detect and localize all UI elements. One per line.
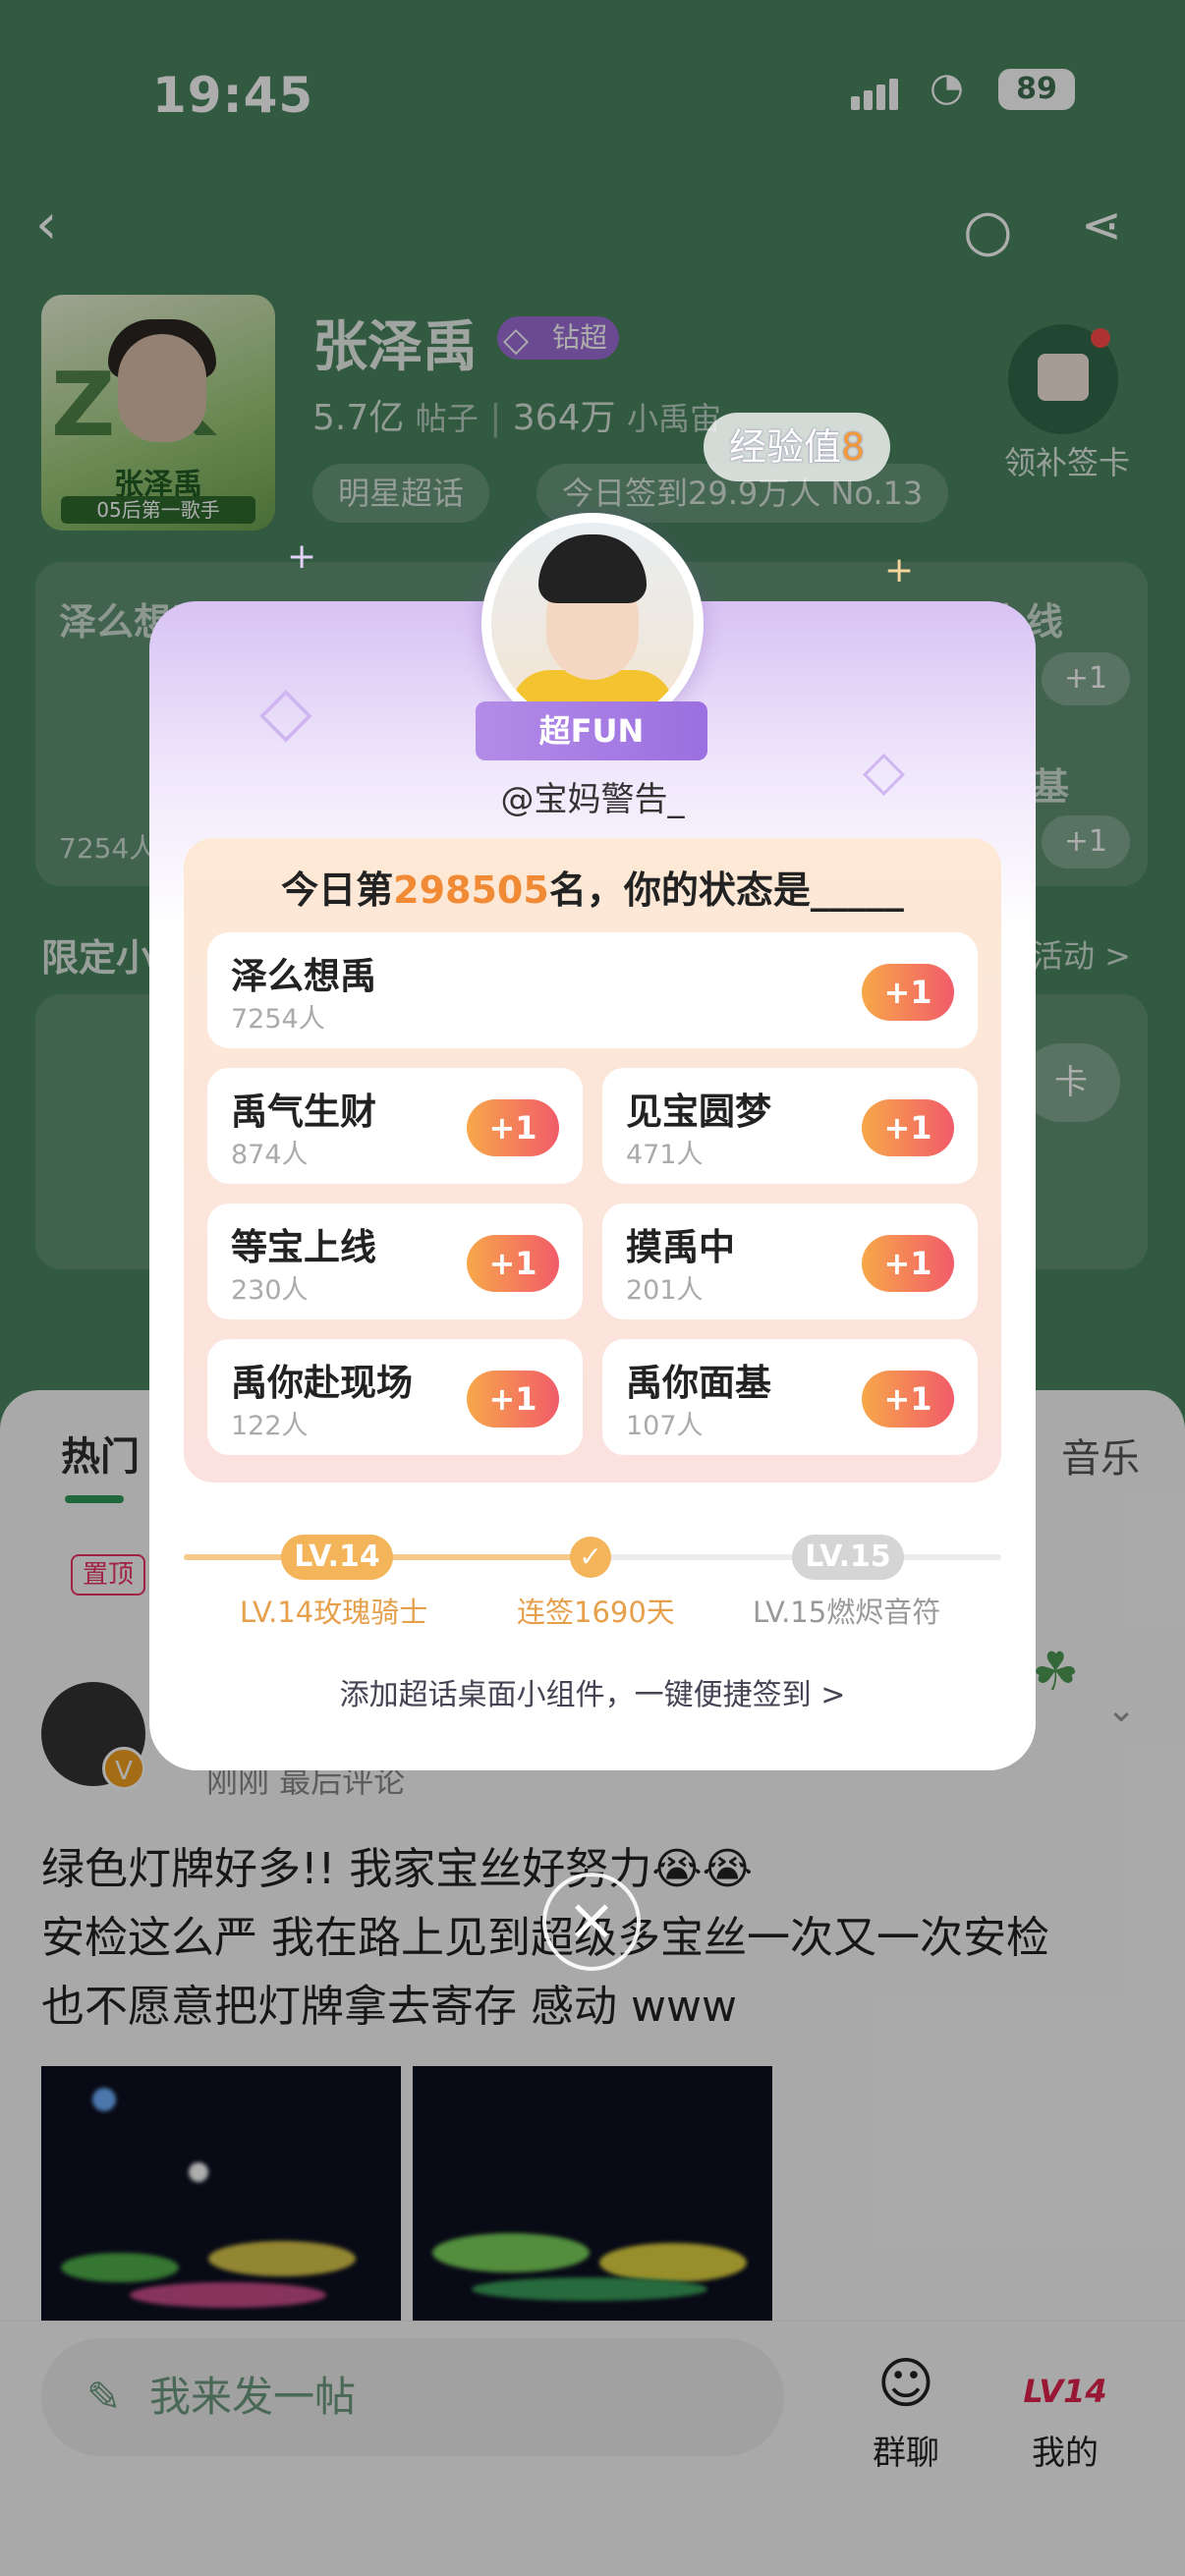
option-count: 874人	[231, 1140, 309, 1170]
status-option[interactable]: 等宝上线 230人 +1	[207, 1204, 583, 1319]
plus-one-button[interactable]: +1	[467, 1371, 559, 1428]
rank-prefix: 今日第	[281, 868, 394, 912]
username: @宝妈警告_	[500, 780, 685, 819]
current-level-name: LV.14玫瑰骑士	[240, 1596, 428, 1629]
option-count: 230人	[231, 1275, 309, 1306]
status-option[interactable]: 禹你赴现场 122人 +1	[207, 1339, 583, 1455]
add-widget-link[interactable]: 添加超话桌面小组件，一键便捷签到 >	[149, 1670, 1036, 1713]
sparkle-icon: +	[287, 536, 317, 577]
rank-number: 298505	[393, 868, 549, 912]
status-option[interactable]: 禹气生财 874人 +1	[207, 1068, 583, 1184]
diamond-decoration-icon: ◇	[259, 670, 312, 751]
rank-title: 今日第298505名，你的状态是_____	[184, 860, 1001, 914]
status-option[interactable]: 摸禹中 201人 +1	[602, 1204, 978, 1319]
plus-one-button[interactable]: +1	[862, 1235, 954, 1292]
xp-label: 经验值	[729, 425, 842, 469]
xp-value: 8	[841, 425, 866, 469]
plus-one-button[interactable]: +1	[862, 964, 954, 1021]
option-name: 摸禹中	[626, 1226, 735, 1268]
streak-days: 连签1690天	[517, 1596, 675, 1629]
option-count: 122人	[231, 1411, 309, 1441]
plus-one-button[interactable]: +1	[467, 1235, 559, 1292]
status-option[interactable]: 见宝圆梦 471人 +1	[602, 1068, 978, 1184]
close-icon[interactable]: ×	[542, 1873, 641, 1971]
option-count: 7254人	[231, 1004, 325, 1035]
next-level-pill: LV.15	[792, 1535, 904, 1580]
option-name: 见宝圆梦	[626, 1091, 771, 1133]
option-name: 等宝上线	[231, 1226, 376, 1268]
option-name: 禹气生财	[231, 1091, 376, 1133]
check-icon: ✓	[570, 1537, 611, 1578]
option-name: 泽么想禹	[231, 955, 376, 997]
status-option[interactable]: 泽么想禹 7254人 +1	[207, 932, 978, 1048]
rank-suffix: 名，你的状态是_____	[548, 868, 904, 912]
option-count: 471人	[626, 1140, 704, 1170]
sparkle-icon: +	[884, 550, 915, 590]
plus-one-button[interactable]: +1	[862, 1099, 954, 1156]
plus-one-button[interactable]: +1	[467, 1099, 559, 1156]
xp-gain-badge: 经验值8	[704, 413, 891, 481]
status-options-panel: 今日第298505名，你的状态是_____ 泽么想禹 7254人 +1 禹气生财…	[184, 838, 1001, 1483]
current-level-pill: LV.14	[281, 1535, 393, 1580]
option-name: 禹你面基	[626, 1362, 771, 1404]
plus-one-button[interactable]: +1	[862, 1371, 954, 1428]
fun-level-badge: 超FUN	[476, 701, 707, 760]
option-count: 107人	[626, 1411, 704, 1441]
option-count: 201人	[626, 1275, 704, 1306]
next-level-name: LV.15燃烬音符	[753, 1596, 941, 1629]
status-option[interactable]: 禹你面基 107人 +1	[602, 1339, 978, 1455]
option-name: 禹你赴现场	[231, 1362, 413, 1404]
diamond-decoration-icon: ◇	[863, 739, 906, 803]
